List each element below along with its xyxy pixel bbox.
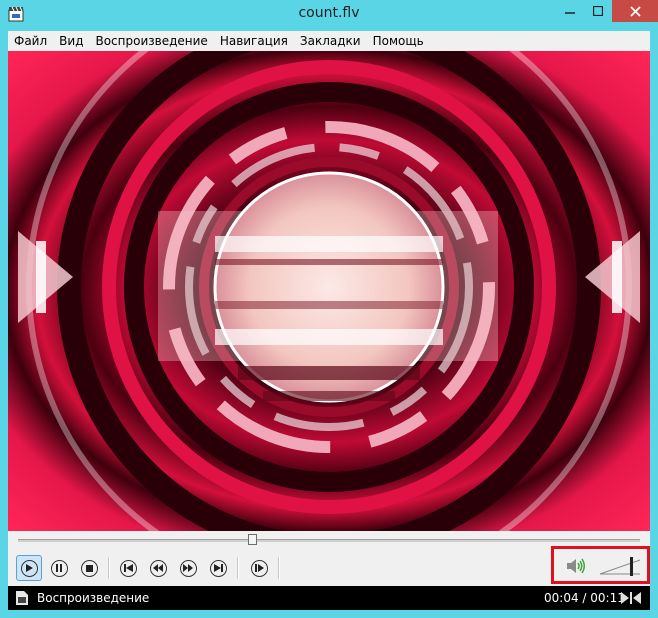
fast-forward-icon: [183, 564, 193, 572]
previous-button[interactable]: [115, 555, 141, 581]
separator: [278, 557, 280, 579]
rewind-button[interactable]: [145, 555, 171, 581]
skip-back-icon: [123, 564, 133, 572]
maximize-button[interactable]: [584, 0, 612, 22]
frame-step-button[interactable]: [246, 555, 272, 581]
close-icon: [629, 5, 641, 17]
controls-bar: [8, 546, 650, 586]
menu-file[interactable]: Файл: [8, 34, 53, 48]
minimize-button[interactable]: [556, 0, 584, 22]
status-bar: Воспроизведение 00:04 / 00:11: [8, 586, 650, 610]
time-display: 00:04 / 00:11: [544, 591, 625, 605]
maximize-icon: [593, 6, 603, 16]
volume-controls: [551, 546, 650, 584]
media-player-window: count.flv Файл Вид Воспроизведение Навиг…: [0, 0, 658, 618]
fast-forward-button[interactable]: [175, 555, 201, 581]
frame-step-icon: [254, 564, 264, 572]
pause-button[interactable]: [46, 555, 72, 581]
speaker-icon[interactable]: [566, 557, 586, 575]
separator: [108, 557, 110, 579]
separator: [237, 557, 239, 579]
menu-playback[interactable]: Воспроизведение: [89, 34, 213, 48]
file-icon: [16, 591, 28, 605]
video-area[interactable]: [8, 51, 650, 531]
video-frame: [8, 51, 650, 531]
stop-button[interactable]: [76, 555, 102, 581]
pause-icon: [56, 564, 62, 572]
playback-mode-icon[interactable]: [620, 591, 642, 605]
play-icon: [26, 564, 33, 572]
seek-thumb[interactable]: [248, 534, 257, 545]
menu-bar: Файл Вид Воспроизведение Навигация Закла…: [8, 31, 650, 51]
stop-icon: [85, 564, 93, 572]
menu-view[interactable]: Вид: [53, 34, 89, 48]
skip-forward-icon: [213, 564, 223, 572]
close-button[interactable]: [612, 0, 658, 22]
playback-status: Воспроизведение: [37, 591, 150, 605]
next-button[interactable]: [205, 555, 231, 581]
menu-bookmarks[interactable]: Закладки: [294, 34, 367, 48]
menu-help[interactable]: Помощь: [367, 34, 430, 48]
title-bar[interactable]: count.flv: [0, 0, 658, 30]
seek-track[interactable]: [18, 539, 640, 542]
menu-navigation[interactable]: Навигация: [214, 34, 294, 48]
volume-thumb[interactable]: [630, 557, 633, 576]
play-button[interactable]: [16, 555, 42, 581]
minimize-icon: [565, 12, 575, 14]
volume-slider-icon[interactable]: [598, 557, 642, 577]
seek-bar[interactable]: [8, 531, 650, 546]
rewind-icon: [153, 564, 163, 572]
